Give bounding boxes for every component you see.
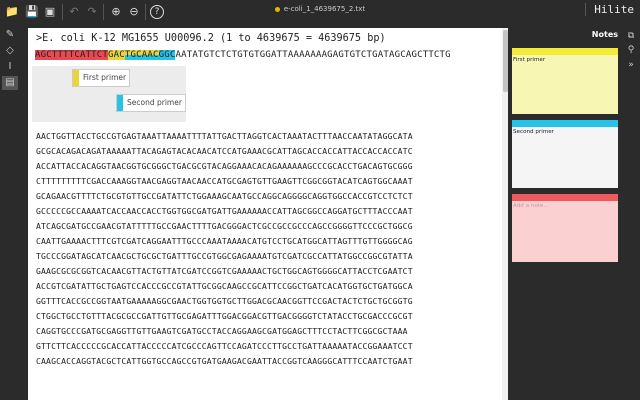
- eraser-icon[interactable]: ◇: [2, 44, 18, 58]
- sequence-line: CAATTGAAAACTTTCGTCGATCAGGAATTTGCCCAAATAA…: [36, 236, 413, 246]
- notes-title: Notes: [591, 30, 618, 39]
- annotation-second-primer[interactable]: Second primer: [116, 94, 186, 112]
- comment-icon[interactable]: ▤: [2, 76, 18, 90]
- sequence-line: GCCCCCGCCAAAATCACCAACCACCTGGTGGCGATGATTG…: [36, 206, 413, 216]
- document-view[interactable]: >E. coli K-12 MG1655 U00096.2 (1 to 4639…: [28, 28, 502, 400]
- app-name: Hilite: [585, 3, 634, 16]
- sequence-text: AATATGTCTCTGTGTGGATTAAAAAAAGAGTGTCTGATAG…: [175, 50, 451, 60]
- sequence-line: GAAGCGCGCGGTCACAACGTTACTGTTATCGATCCGGTCG…: [36, 266, 413, 276]
- unsaved-indicator: [274, 6, 280, 12]
- sequence-line: CTGGCTGCCTGTTTACGCGCCGATTGTTGCGAGATTTGGA…: [36, 311, 413, 321]
- sequence-header: >E. coli K-12 MG1655 U00096.2 (1 to 4639…: [36, 33, 386, 44]
- sequence-line: GGTTTCACCGCCGGTAATGAAAAAGGCGAACTGGTGGTGC…: [36, 296, 413, 306]
- annotation-color-bar: [117, 95, 123, 111]
- note-placeholder[interactable]: Add a note...: [512, 201, 618, 211]
- notes-panel: Notes First primer Second primer Add a n…: [508, 24, 620, 400]
- highlight-red[interactable]: AGCTTTTCATTCT: [35, 50, 109, 60]
- sequence-line: ATCAGCGATGCCGAACGTATTTTTGCCGAACTTTTGACGG…: [36, 221, 413, 231]
- collapse-icon[interactable]: »: [625, 59, 637, 71]
- pen-icon[interactable]: ✎: [2, 28, 18, 42]
- sequence-line: GCAGAACGTTTTCTGCGTGTTGCCGATATTCTGGAAAGCA…: [36, 191, 413, 201]
- highlight-first-primer[interactable]: GAC: [108, 50, 125, 60]
- sequence-line: GCGCACAGACAGATAAAAATTACAGAGTACACAACATCCA…: [36, 146, 413, 156]
- left-toolbar: ✎ ◇ I ▤: [0, 24, 20, 400]
- note-card[interactable]: Second primer: [512, 120, 618, 188]
- file-name: e-coli_1_4639675_2.txt: [283, 5, 366, 13]
- sequence-body: AACTGGTTACCTGCCGTGAGTAAATTAAAATTTTATTGAC…: [36, 129, 413, 369]
- sequence-line: GTTCTTCACCCCCGCACCATTACCCCCATCGCCCAGTTCC…: [36, 341, 413, 351]
- sequence-line: AACTGGTTACCTGCCGTGAGTAAATTAAAATTTTATTGAC…: [36, 131, 413, 141]
- sequence-line: CAGGTGCCCGATGCGAGGTTGTTGAAGTCGATGCCTACCA…: [36, 326, 408, 336]
- note-color-strip: [512, 194, 618, 201]
- highlight-overlap[interactable]: TGCAAC: [124, 50, 159, 60]
- note-card-new[interactable]: Add a note...: [512, 194, 618, 262]
- note-color-strip: [512, 48, 618, 55]
- text-cursor-icon[interactable]: I: [2, 60, 18, 74]
- notes-sidebar-icons: ⧉ ⚲ »: [622, 24, 640, 400]
- annotation-color-bar: [73, 70, 79, 86]
- sequence-line: ACCATTACCACAGGTAACGGTGCGGGCTGACGCGTACAGG…: [36, 161, 413, 171]
- highlighted-line: AGCTTTTCATTCTGACTGCAACGGCAATATGTCTCTGTGT…: [35, 50, 451, 60]
- annotation-area: First primer Second primer: [32, 66, 186, 122]
- annotation-first-primer[interactable]: First primer: [72, 69, 130, 87]
- note-text[interactable]: Second primer: [512, 127, 618, 137]
- highlight-second-primer[interactable]: GGC: [158, 50, 176, 60]
- annotation-label: First primer: [83, 73, 127, 82]
- sequence-line: TGCCCGGATAGCATCAACGCTGCGCTGATTTGCCGTGGCG…: [36, 251, 413, 261]
- sequence-line: ACCGTCGATATTGCTGAGTCCACCCGCCGTATTGCGGCAA…: [36, 281, 413, 291]
- annotation-label: Second primer: [127, 98, 182, 107]
- note-color-strip: [512, 120, 618, 127]
- copy-icon[interactable]: ⧉: [625, 30, 637, 42]
- top-toolbar: 📁 💾 ▣ ↶ ↷ ⊕ ⊖ ? e-coli_1_4639675_2.txt H…: [0, 0, 640, 24]
- search-icon[interactable]: ⚲: [625, 44, 637, 56]
- file-title: e-coli_1_4639675_2.txt: [0, 5, 640, 13]
- sequence-line: CAAGCACCAGGTACGCTCATTGGTGCCAGCCGTGATGAAG…: [36, 356, 413, 366]
- sequence-line: CTTTTTTTTTCGACCAAAGGTAACGAGGTAACAACCATGC…: [36, 176, 413, 186]
- note-card[interactable]: First primer: [512, 48, 618, 114]
- note-text[interactable]: First primer: [512, 55, 618, 65]
